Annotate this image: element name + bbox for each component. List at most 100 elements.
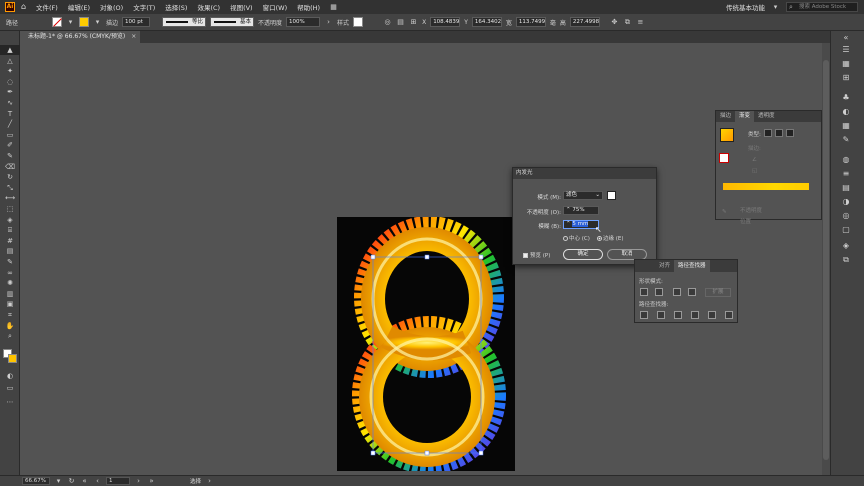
x-field[interactable]: 108.4839 [430, 17, 461, 27]
linear-gradient-button[interactable] [764, 129, 772, 137]
prev-artboard-icon[interactable]: ‹ [93, 477, 102, 486]
merge-button[interactable] [674, 311, 682, 319]
draw-mode-icon[interactable]: ◐ [0, 371, 20, 381]
hand-tool-icon[interactable]: ✋ [0, 321, 20, 331]
selection-tool-icon[interactable]: ▲ [0, 45, 20, 56]
perspective-tool-icon[interactable]: ⌸ [0, 225, 20, 235]
opacity-field[interactable]: 100% [286, 17, 321, 27]
swatches-icon[interactable]: ▦ [840, 121, 852, 131]
minus-back-button[interactable] [725, 311, 733, 319]
stroke-icon[interactable]: ≡ [840, 169, 852, 179]
y-field[interactable]: 164.3402 [471, 17, 502, 27]
artboard[interactable] [337, 217, 515, 471]
scrollbar-thumb[interactable] [823, 60, 829, 460]
ok-button[interactable]: 确定 [563, 249, 603, 260]
align-icon[interactable]: ▤ [396, 18, 405, 27]
symbol-sprayer-tool-icon[interactable]: ✺ [0, 278, 20, 288]
glow-edge-radio[interactable]: 边缘 (E) [597, 234, 624, 242]
menu-edit[interactable]: 编辑(E) [63, 2, 95, 12]
tab-stroke[interactable]: 描边 [716, 111, 735, 122]
rectangle-tool-icon[interactable]: ▭ [0, 130, 20, 140]
status-text[interactable]: 选择 [190, 477, 201, 485]
gradient-stroke-swatch[interactable] [719, 153, 729, 163]
symbols-icon[interactable]: ♣ [840, 93, 852, 103]
stock-search-input[interactable]: ⌕ 搜索 Adobe Stock [786, 2, 858, 12]
fill-swatch[interactable] [52, 17, 63, 27]
direct-selection-tool-icon[interactable]: △ [0, 56, 20, 66]
gradient-icon[interactable]: ▤ [840, 183, 852, 193]
last-artboard-icon[interactable]: » [147, 477, 156, 486]
menu-view[interactable]: 视图(V) [225, 2, 258, 12]
tab-align[interactable]: 对齐 [655, 260, 674, 272]
preview-checkbox[interactable]: 预览 (P) [523, 251, 550, 259]
isolate-icon[interactable]: ⧉ [623, 18, 632, 27]
menu-help[interactable]: 帮助(H) [292, 2, 325, 12]
properties-icon[interactable]: ☰ [840, 45, 852, 55]
line-tool-icon[interactable]: ╱ [0, 119, 20, 129]
artboard-tool-icon[interactable]: ▣ [0, 299, 20, 309]
tab-transparency[interactable]: 透明度 [754, 111, 779, 122]
layers-icon[interactable]: ▦ [840, 59, 852, 69]
trim-button[interactable] [657, 311, 665, 319]
tab-pathfinder[interactable]: 路径查找器 [674, 260, 710, 272]
shaper-tool-icon[interactable]: ✎ [0, 151, 20, 161]
outline-button[interactable] [708, 311, 716, 319]
free-transform-tool-icon[interactable]: ⬚ [0, 204, 20, 214]
eyedropper-icon[interactable]: ✎ [722, 209, 727, 215]
pen-tool-icon[interactable]: ✒ [0, 87, 20, 97]
freeform-gradient-button[interactable] [786, 129, 794, 137]
eyedropper-tool-icon[interactable]: ✎ [0, 257, 20, 267]
intersect-button[interactable] [673, 288, 681, 296]
chevron-right-icon[interactable]: › [205, 477, 214, 486]
mode-select[interactable]: 滤色 ⌄ [563, 191, 603, 200]
paintbrush-tool-icon[interactable]: ✐ [0, 140, 20, 150]
width-tool-icon[interactable]: ⟷ [0, 193, 20, 203]
shape-builder-tool-icon[interactable]: ◈ [0, 215, 20, 225]
magic-wand-tool-icon[interactable]: ✦ [0, 66, 20, 76]
layers-panel-icon[interactable]: ◈ [840, 241, 852, 251]
brushes-icon[interactable]: ✎ [840, 135, 852, 145]
chevron-right-icon[interactable]: › [324, 18, 333, 27]
menu-file[interactable]: 文件(F) [31, 2, 63, 12]
stroke-weight-field[interactable]: 100 pt [122, 17, 151, 27]
graphic-style-swatch[interactable] [353, 17, 364, 27]
constrain-proportions-label[interactable]: 毫 [550, 18, 556, 27]
document-tab[interactable]: 未标题-1* @ 66.67% (CMYK/预览) × [24, 31, 141, 43]
recolor-icon[interactable]: ◎ [383, 18, 392, 27]
lasso-tool-icon[interactable]: ◌ [0, 77, 20, 87]
color-icon[interactable]: ◍ [840, 155, 852, 165]
libraries-icon[interactable]: ⊞ [840, 73, 852, 83]
appearance-icon[interactable]: ◎ [840, 211, 852, 221]
menu-select[interactable]: 选择(S) [160, 2, 192, 12]
mesh-tool-icon[interactable]: # [0, 236, 20, 246]
first-artboard-icon[interactable]: « [80, 477, 89, 486]
graph-tool-icon[interactable]: ▥ [0, 289, 20, 299]
crop-button[interactable] [691, 311, 699, 319]
brush-definition[interactable]: 基本 [210, 17, 255, 27]
color-guide-icon[interactable]: ◐ [840, 107, 852, 117]
blur-field[interactable]: ⌃ 5 mm [563, 220, 599, 229]
next-artboard-icon[interactable]: › [134, 477, 143, 486]
menu-type[interactable]: 文字(T) [128, 2, 160, 12]
blend-tool-icon[interactable]: ∞ [0, 268, 20, 278]
radial-gradient-button[interactable] [775, 129, 783, 137]
gradient-slider[interactable] [723, 183, 809, 190]
unite-button[interactable] [640, 288, 648, 296]
zoom-field[interactable]: 66.67% [22, 477, 50, 485]
glow-color-swatch[interactable] [607, 191, 616, 200]
close-icon[interactable]: × [131, 33, 136, 40]
artboard-number-field[interactable]: 1 [106, 477, 130, 485]
edit-toolbar-icon[interactable]: ⋯ [0, 397, 20, 407]
curvature-tool-icon[interactable]: ∿ [0, 98, 20, 108]
rotate-view-icon[interactable]: ↻ [67, 477, 76, 486]
collapse-panels-icon[interactable]: « [840, 33, 852, 43]
fill-stroke-swatches[interactable] [3, 349, 17, 363]
transparency-icon[interactable]: ◑ [840, 197, 852, 207]
chevron-down-icon[interactable]: ▾ [93, 18, 102, 27]
artboards-icon[interactable]: ⧉ [840, 255, 852, 265]
gradient-tool-icon[interactable]: ▤ [0, 246, 20, 256]
slice-tool-icon[interactable]: ⌗ [0, 310, 20, 320]
stroke-swatch[interactable] [79, 17, 90, 27]
zoom-tool-icon[interactable]: ⌕ [0, 331, 20, 341]
chevron-down-icon[interactable]: ▾ [771, 3, 780, 12]
